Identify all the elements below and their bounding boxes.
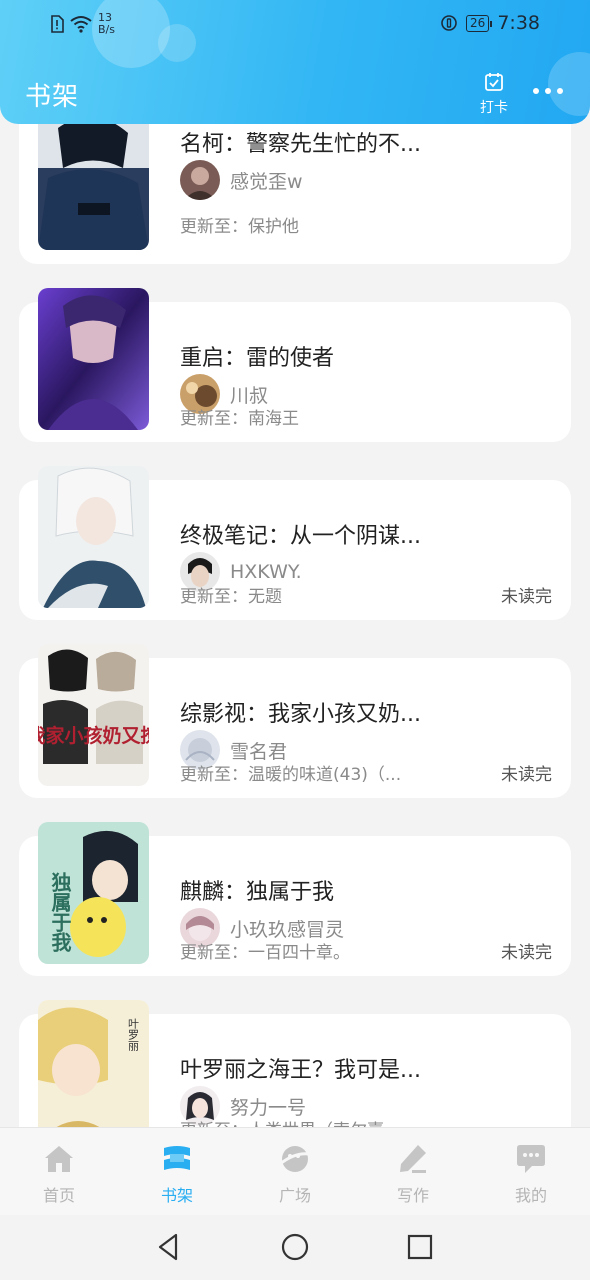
update-info: 更新至：保护他 bbox=[180, 217, 299, 237]
author-name: HXKWY. bbox=[230, 561, 302, 583]
book-cover[interactable] bbox=[38, 288, 149, 430]
bookshelf-list[interactable]: 名柯：警察先生忙的不... 感觉歪w 更新至：保护他 重启：雷的使者 川叔 更新… bbox=[0, 124, 590, 1127]
book-card[interactable]: 叶罗丽 叶罗丽之海王？我可是... 努力一号 更新至：人类世界（索尔嘉... bbox=[19, 1000, 571, 1127]
unread-badge: 未读完 bbox=[501, 943, 552, 963]
checkin-button[interactable]: 打卡 bbox=[475, 72, 513, 117]
decorative-bubble bbox=[548, 52, 590, 116]
planet-icon bbox=[279, 1146, 311, 1172]
dot-icon bbox=[533, 88, 539, 94]
update-info: 更新至：南海王 bbox=[180, 409, 299, 429]
book-card[interactable]: 独属于我 麒麟：独属于我 小玖玖感冒灵 更新至：一百四十章。 未读完 bbox=[19, 822, 571, 976]
book-title: 名柯：警察先生忙的不... bbox=[180, 132, 421, 157]
no-sim-icon bbox=[51, 15, 64, 33]
more-options-button[interactable] bbox=[533, 88, 563, 94]
home-circle-icon[interactable] bbox=[280, 1232, 310, 1262]
nav-label: 首页 bbox=[42, 1186, 75, 1205]
book-title: 重启：雷的使者 bbox=[180, 346, 335, 371]
app-header: 13 B/s 26 7:38 书架 打卡 bbox=[0, 0, 590, 124]
calendar-check-icon bbox=[485, 73, 503, 91]
pen-icon bbox=[400, 1145, 426, 1173]
bookshelf-icon bbox=[164, 1146, 190, 1170]
chat-bubble-icon bbox=[517, 1145, 545, 1173]
book-card[interactable]: 我家小孩奶又撩 综影视：我家小孩又奶... 雪名君 更新至：温暖的味道(43)（… bbox=[19, 644, 571, 798]
book-cover[interactable]: 我家小孩奶又撩 bbox=[38, 644, 149, 786]
nav-write[interactable]: 写作 bbox=[354, 1128, 472, 1216]
status-bar: 13 B/s 26 7:38 bbox=[0, 8, 590, 38]
bottom-navigation: 首页 书架 广场 写作 我的 bbox=[0, 1127, 590, 1215]
nav-label: 写作 bbox=[396, 1186, 429, 1205]
book-title: 综影视：我家小孩又奶... bbox=[180, 702, 421, 727]
nav-bookshelf[interactable]: 书架 bbox=[118, 1128, 236, 1216]
nav-square[interactable]: 广场 bbox=[236, 1128, 354, 1216]
update-info: 更新至：一百四十章。 bbox=[180, 943, 350, 963]
book-cover[interactable]: 独属于我 bbox=[38, 822, 149, 964]
dot-icon bbox=[545, 88, 551, 94]
nav-label: 我的 bbox=[514, 1186, 547, 1205]
book-cover[interactable]: 叶罗丽 bbox=[38, 1000, 149, 1127]
network-speed: 13 B/s bbox=[98, 11, 115, 36]
update-info: 更新至：温暖的味道(43)（... bbox=[180, 765, 402, 785]
book-title: 麒麟：独属于我 bbox=[180, 880, 335, 905]
author-row: 感觉歪w bbox=[180, 160, 303, 200]
book-card[interactable]: 终极笔记：从一个阴谋... HXKWY. 更新至：无题 未读完 bbox=[19, 466, 571, 620]
book-cover[interactable] bbox=[38, 124, 149, 250]
nav-label: 书架 bbox=[160, 1186, 193, 1205]
nav-home[interactable]: 首页 bbox=[0, 1128, 118, 1216]
cover-title: 我家小孩奶又撩 bbox=[38, 724, 149, 747]
recent-apps-icon[interactable] bbox=[405, 1232, 435, 1262]
author-name: 感觉歪w bbox=[230, 170, 303, 193]
unread-badge: 未读完 bbox=[501, 587, 552, 607]
clock: 7:38 bbox=[497, 12, 540, 34]
system-navigation-bar bbox=[0, 1215, 590, 1280]
book-card[interactable]: 名柯：警察先生忙的不... 感觉歪w 更新至：保护他 bbox=[19, 124, 571, 264]
update-info: 更新至：人类世界（索尔嘉... bbox=[180, 1116, 400, 1127]
nav-mine[interactable]: 我的 bbox=[472, 1128, 590, 1216]
wifi-icon bbox=[70, 16, 92, 33]
home-icon bbox=[45, 1146, 73, 1172]
dot-icon bbox=[557, 88, 563, 94]
cover-title: 叶罗丽 bbox=[127, 1018, 140, 1052]
book-cover[interactable] bbox=[38, 466, 149, 608]
cover-title: 独属于我 bbox=[48, 872, 72, 952]
author-avatar bbox=[180, 160, 220, 200]
update-info: 更新至：无题 bbox=[180, 587, 282, 607]
back-icon[interactable] bbox=[154, 1232, 184, 1262]
nav-label: 广场 bbox=[278, 1186, 311, 1205]
page-title: 书架 bbox=[25, 82, 80, 112]
checkin-label: 打卡 bbox=[480, 100, 508, 116]
book-title: 终极笔记：从一个阴谋... bbox=[180, 524, 421, 549]
book-card[interactable]: 重启：雷的使者 川叔 更新至：南海王 bbox=[19, 288, 571, 442]
book-title: 叶罗丽之海王？我可是... bbox=[180, 1058, 421, 1083]
unread-badge: 未读完 bbox=[501, 765, 552, 785]
vibrate-icon bbox=[441, 15, 457, 31]
battery-icon: 26 bbox=[466, 14, 493, 32]
